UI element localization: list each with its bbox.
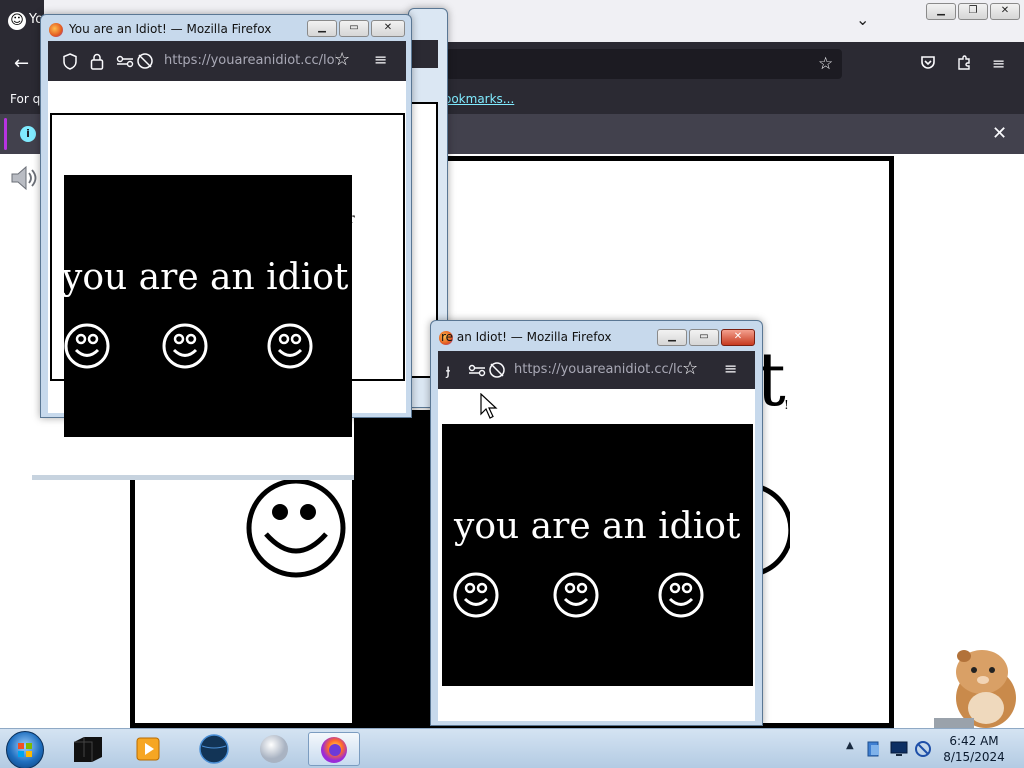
background-black-strip [352, 410, 434, 724]
popup-top-toolbar: https://youareanidiot.cc/lol. ☆ ≡ [48, 41, 406, 81]
taskbar-terminal-app[interactable] [68, 732, 108, 766]
smiley-icon [64, 323, 110, 369]
popup-bottom-url[interactable]: https://youareanidiot.cc/lol. [514, 362, 682, 377]
popup-top-titlebar[interactable]: You are an Idiot! — Mozilla Firefox ▁ ▭ … [41, 15, 411, 43]
smiley-icon [267, 323, 313, 369]
smiley-icon [553, 572, 599, 618]
taskbar-firefox-app[interactable] [308, 732, 360, 766]
clock-time: 6:42 AM [949, 734, 999, 748]
speaker-icon[interactable] [8, 164, 38, 192]
stacked-window-edge [408, 40, 438, 68]
windows-logo-icon [18, 743, 32, 757]
taskbar-media-player-app[interactable] [128, 732, 168, 766]
background-partial-exclamation: ! [784, 398, 789, 412]
popup-bottom-titlebar[interactable]: re an Idiot! — Mozilla Firefox ▁ ▭ ✕ [431, 321, 762, 349]
notification-close-icon[interactable]: ✕ [992, 123, 1007, 144]
pocket-icon[interactable] [920, 55, 936, 71]
lock-icon[interactable]: ɟ [446, 360, 450, 380]
smiley-icon [453, 572, 499, 618]
idiot-message-top: you are an idiot [62, 257, 349, 298]
idiot-message-bottom: you are an idiot [454, 506, 741, 547]
idiot-block-bottom[interactable]: you are an idiot [442, 424, 753, 686]
smiley-favicon-icon: ☺ [8, 12, 26, 30]
autoplay-blocked-icon[interactable] [488, 361, 506, 379]
tab-youareanidiot[interactable]: ☺ Yo [0, 0, 44, 42]
start-menu-button[interactable] [6, 731, 44, 768]
lock-icon[interactable] [90, 53, 104, 70]
taskbar-sphere-app[interactable] [254, 732, 294, 766]
hamburger-menu-icon[interactable]: ≡ [374, 50, 387, 70]
system-clock[interactable]: 6:42 AM 8/15/2024 [936, 733, 1012, 765]
notification-accent [4, 118, 7, 150]
large-smiley-icon [246, 478, 346, 578]
sphere-icon [260, 735, 288, 763]
bookmark-star-icon[interactable]: ☆ [682, 359, 698, 379]
bg-close-button[interactable]: ✕ [990, 3, 1020, 20]
info-icon: i [20, 126, 36, 142]
taskbar-globe-app[interactable] [194, 732, 234, 766]
url-bar[interactable]: ☆ [446, 49, 842, 79]
shield-icon[interactable] [62, 53, 78, 70]
list-all-tabs-icon[interactable]: ⌄ [856, 10, 869, 30]
bg-restore-button[interactable]: ❐ [958, 3, 988, 20]
tray-blocked-icon[interactable] [914, 740, 932, 758]
popup-bottom-restore-button[interactable]: ▭ [689, 329, 719, 346]
permissions-icon[interactable] [116, 54, 134, 68]
taskbar: ▲ 6:42 AM 8/15/2024 [0, 728, 1024, 768]
hamster-sticker-icon [934, 650, 1016, 728]
back-arrow-icon[interactable]: ← [14, 54, 29, 74]
popup-top-url[interactable]: https://youareanidiot.cc/lol. [164, 53, 336, 68]
popup-top-title: You are an Idiot! — Mozilla Firefox [69, 22, 272, 36]
mouse-cursor-icon [480, 393, 498, 419]
extensions-puzzle-icon[interactable] [956, 55, 972, 71]
permissions-icon[interactable] [468, 363, 486, 377]
autoplay-blocked-icon[interactable] [136, 52, 154, 70]
hamburger-menu-icon[interactable]: ≡ [992, 54, 1005, 74]
black-box-icon [74, 737, 102, 762]
idiot-block-top[interactable]: you are an idiot [62, 175, 352, 437]
smiley-icon [162, 323, 208, 369]
manage-bookmarks-link[interactable]: ookmarks... [444, 92, 514, 106]
popup-top-minimize-button[interactable]: ▁ [307, 20, 337, 37]
firefox-icon [321, 737, 347, 763]
popup-bottom-title: re an Idiot! — Mozilla Firefox [441, 330, 612, 344]
popup-top-close-button[interactable]: ✕ [371, 20, 405, 37]
clock-date: 8/15/2024 [943, 750, 1005, 764]
popup-bottom-minimize-button[interactable]: ▁ [657, 329, 687, 346]
popup-bottom-toolbar: ɟ https://youareanidiot.cc/lol. ☆ ≡ [438, 351, 755, 389]
popup-bottom-content: you are an idiot [438, 389, 755, 721]
globe-icon [199, 734, 229, 764]
firefox-favicon-icon [49, 23, 63, 37]
popup-top-restore-button[interactable]: ▭ [339, 20, 369, 37]
tray-monitor-icon[interactable] [890, 741, 908, 757]
smiley-icon [658, 572, 704, 618]
show-hidden-icons-icon[interactable]: ▲ [846, 740, 854, 751]
hamburger-menu-icon[interactable]: ≡ [724, 359, 737, 379]
media-player-icon [136, 737, 160, 761]
bookmark-star-icon[interactable]: ☆ [818, 54, 833, 74]
popup-window-bottom[interactable]: re an Idiot! — Mozilla Firefox ▁ ▭ ✕ ɟ h… [430, 320, 763, 726]
bookmark-star-icon[interactable]: ☆ [334, 50, 350, 70]
tray-network-icon[interactable] [866, 740, 882, 758]
popup-bottom-close-button[interactable]: ✕ [721, 329, 755, 346]
partial-smiley-icon [761, 485, 790, 575]
bg-minimize-button[interactable]: ▁ [926, 3, 956, 20]
